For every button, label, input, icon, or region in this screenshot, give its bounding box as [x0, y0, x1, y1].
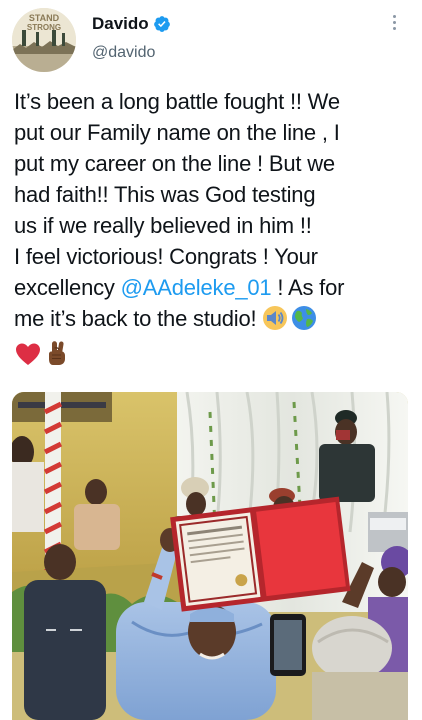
name-row: Davido [92, 12, 171, 36]
text-segment: ! As for [271, 275, 345, 300]
avatar[interactable]: STAND STRONG [12, 8, 76, 72]
display-name[interactable]: Davido [92, 14, 149, 34]
tweet-text-line: us if we really believed in him !! [14, 210, 414, 241]
mention-link[interactable]: @AAdeleke_01 [121, 275, 272, 300]
text-segment: put our Family name on the line , I [14, 120, 340, 145]
tweet-text-line: had faith!! This was God testing [14, 179, 414, 210]
text-segment: It’s been a long battle fought !! We [14, 89, 340, 114]
text-segment: I feel victorious! Congrats ! Your [14, 244, 318, 269]
tweet-text: It’s been a long battle fought !! We put… [14, 86, 414, 375]
text-segment: put my career on the line ! But we [14, 151, 335, 176]
red-heart-icon [14, 341, 42, 375]
photo-image [12, 392, 408, 720]
verified-badge-icon [153, 15, 171, 33]
tweet-text-line: put my career on the line ! But we [14, 148, 414, 179]
text-segment: had faith!! This was God testing [14, 182, 316, 207]
author-names: Davido @davido [92, 12, 171, 62]
author-handle[interactable]: @davido [92, 44, 171, 62]
crossed-fingers-icon [46, 339, 70, 375]
tweet-card: STAND STRONG Davido @davido It’s been a … [0, 0, 422, 720]
tweet-text-line: I feel victorious! Congrats ! Your [14, 241, 414, 272]
tweet-header: STAND STRONG Davido @davido [12, 8, 412, 72]
tweet-text-line: It’s been a long battle fought !! We [14, 86, 414, 117]
text-segment: us if we really believed in him !! [14, 213, 312, 238]
svg-text:STAND: STAND [29, 13, 60, 23]
tweet-text-line: excellency @AAdeleke_01 ! As for [14, 272, 414, 303]
svg-text:STRONG: STRONG [27, 23, 61, 32]
tweet-text-line: me it’s back to the studio! [14, 303, 414, 339]
speaker-icon [262, 305, 288, 339]
text-segment: me it’s back to the studio! [14, 306, 263, 331]
tweet-text-line: put our Family name on the line , I [14, 117, 414, 148]
tweet-text-line [14, 339, 414, 375]
tweet-photo[interactable] [12, 392, 408, 720]
globe-icon [291, 305, 317, 339]
more-options-icon[interactable] [382, 10, 406, 34]
avatar-image: STAND STRONG [12, 8, 76, 72]
text-segment: excellency [14, 275, 121, 300]
